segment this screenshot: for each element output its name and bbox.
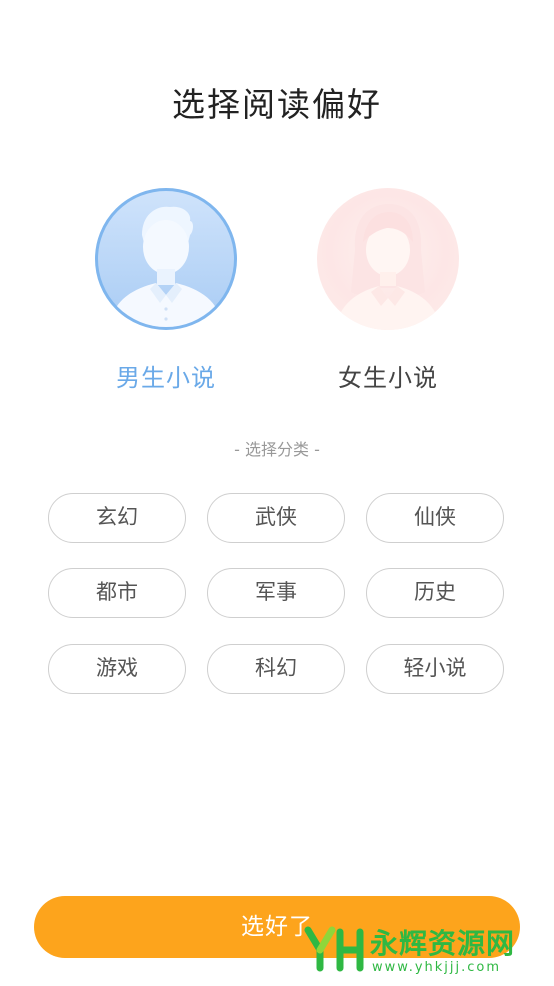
watermark: 永辉资源网 www.yhkjjj.com [304, 920, 544, 980]
female-novel-label: 女生小说 [338, 364, 438, 392]
category-chip-qingxiaoshuo[interactable]: 轻小说 [366, 644, 504, 694]
watermark-url: www.yhkjjj.com [372, 960, 502, 975]
category-chip-lishi[interactable]: 历史 [366, 568, 504, 618]
category-chip-xuanhuan[interactable]: 玄幻 [48, 493, 186, 543]
reading-preference-page: 选择阅读偏好 男生小说 女生小说 - 选择分类 - 玄幻 武侠 仙侠 都市 军事… [0, 0, 554, 986]
watermark-logo-icon [304, 926, 364, 972]
category-chip-wuxia[interactable]: 武侠 [207, 493, 345, 543]
male-novel-label: 男生小说 [116, 364, 216, 392]
category-chip-junshi[interactable]: 军事 [207, 568, 345, 618]
category-chip-youxi[interactable]: 游戏 [48, 644, 186, 694]
category-chip-dushi[interactable]: 都市 [48, 568, 186, 618]
female-silhouette-icon [335, 204, 441, 330]
watermark-name: 永辉资源网 [370, 927, 516, 960]
category-subtitle: - 选择分类 - [234, 440, 320, 459]
female-avatar[interactable] [317, 188, 459, 330]
category-chip-xianxia[interactable]: 仙侠 [366, 493, 504, 543]
male-avatar[interactable] [95, 188, 237, 330]
female-novel-option[interactable]: 女生小说 [288, 188, 488, 393]
male-novel-option[interactable]: 男生小说 [66, 188, 266, 393]
male-silhouette-icon [110, 206, 222, 327]
page-title: 选择阅读偏好 [172, 85, 382, 124]
category-chip-kehuan[interactable]: 科幻 [207, 644, 345, 694]
